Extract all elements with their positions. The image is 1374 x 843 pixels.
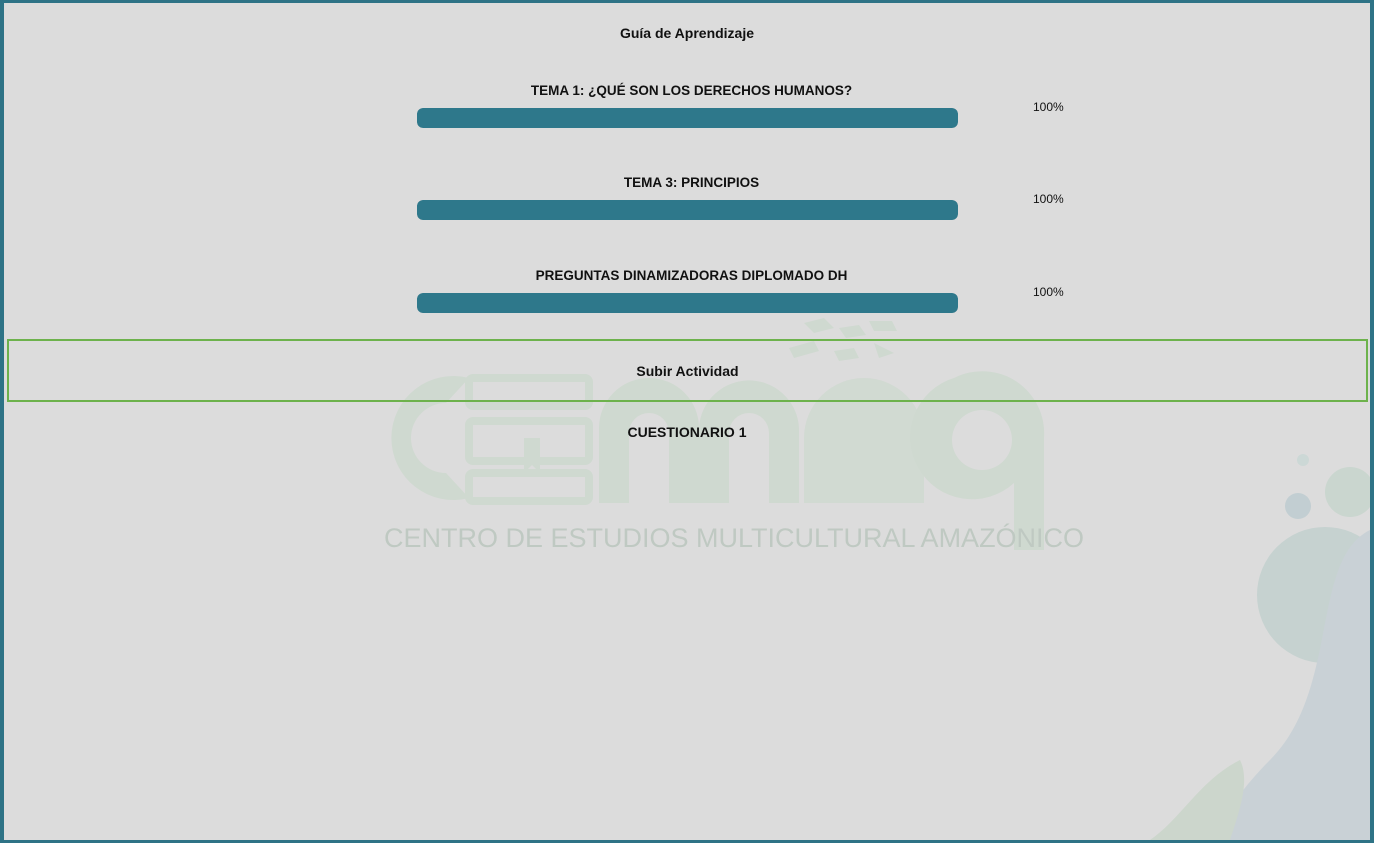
progress-percent: 100% (1033, 100, 1064, 114)
quiz-link[interactable]: CUESTIONARIO 1 (627, 424, 746, 440)
progress-bar (417, 108, 958, 128)
upload-activity-button[interactable]: Subir Actividad (7, 339, 1368, 402)
quiz-item: CUESTIONARIO 1 (4, 424, 1370, 440)
progress-percent: 100% (1033, 285, 1064, 299)
progress-bar (417, 200, 958, 220)
learning-guide-panel: CENTRO DE ESTUDIOS MULTICULTURAL AMAZÓNI… (0, 0, 1374, 843)
progress-fill (417, 200, 958, 220)
upload-activity-label: Subir Actividad (636, 362, 739, 379)
page-title: Guía de Aprendizaje (619, 25, 755, 41)
topic-title[interactable]: TEMA 1: ¿QUÉ SON LOS DERECHOS HUMANOS? (421, 83, 962, 98)
progress-fill (417, 108, 958, 128)
topic-item: TEMA 1: ¿QUÉ SON LOS DERECHOS HUMANOS? 1… (4, 83, 1370, 143)
watermark-subtitle: CENTRO DE ESTUDIOS MULTICULTURAL AMAZÓNI… (384, 523, 1085, 553)
progress-bar (417, 293, 958, 313)
topic-title[interactable]: TEMA 3: PRINCIPIOS (421, 175, 962, 190)
topic-item: PREGUNTAS DINAMIZADORAS DIPLOMADO DH 100… (4, 268, 1370, 328)
topic-item: TEMA 3: PRINCIPIOS 100% (4, 175, 1370, 235)
decorative-leaf-shapes (1150, 454, 1370, 840)
topic-title[interactable]: PREGUNTAS DINAMIZADORAS DIPLOMADO DH (421, 268, 962, 283)
progress-percent: 100% (1033, 192, 1064, 206)
progress-fill (417, 293, 958, 313)
